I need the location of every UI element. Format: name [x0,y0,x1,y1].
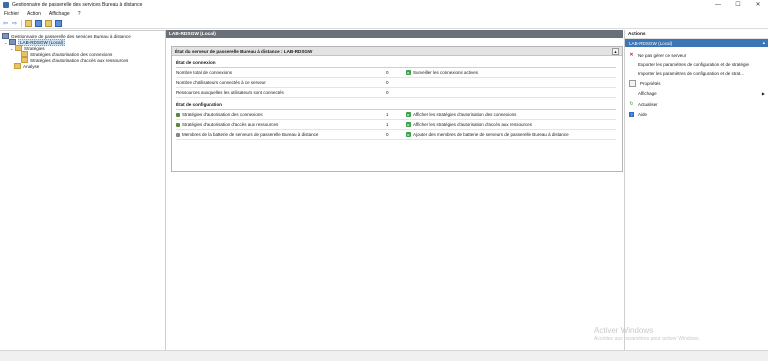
action-label: Ne pas gérer ce serveur [638,52,687,58]
action-properties[interactable]: Propriétés [625,79,768,87]
action-help[interactable]: ? Aide [625,110,768,118]
chevron-down-icon[interactable]: ⌄ [10,46,14,51]
maximize-button[interactable]: ☐ [728,0,748,10]
watermark-line1: Activer Windows [594,326,654,335]
action-stop-managing[interactable]: ✕ Ne pas gérer ce serveur [625,51,768,59]
close-button[interactable]: ✕ [748,0,768,10]
panel-header: État du serveur de passerelle Bureau à d… [172,47,622,56]
toolbar: ⇦ ⇨ [0,18,768,29]
server-status-panel: État du serveur de passerelle Bureau à d… [171,46,623,172]
row-label: Nombre total de connexions [176,70,233,75]
server-farm-icon [176,132,180,137]
menu-action[interactable]: Action [27,11,41,17]
actions-pane: Actions LAB-RDSGW (Local) ▴ ✕ Ne pas gér… [624,30,768,350]
window-title: Gestionnaire de passerelle des services … [12,2,143,8]
toolbar-separator [21,19,22,27]
title-bar: Gestionnaire de passerelle des services … [0,0,768,10]
show-hide-tree-icon[interactable] [35,19,42,27]
collapse-arrow-icon[interactable]: ▴ [763,40,765,46]
monitor-icon: ▸ [406,70,411,75]
row-value: 0 [386,90,389,95]
row-value: 1 [386,112,389,117]
table-row: Nombre total de connexions 0 ▸ Surveille… [176,68,616,78]
actions-subheader-label: LAB-RDSGW (Local) [629,40,673,46]
row-action[interactable]: ▸ Afficher les stratégies d'autorisation… [406,112,516,117]
console-tree: Gestionnaire de passerelle des services … [0,30,166,351]
results-header: LAB-RDSGW (Local) [166,30,623,38]
row-action[interactable]: ▸ Afficher les stratégies d'autorisation… [406,122,532,127]
policy-icon [176,122,180,127]
row-label: Stratégies d'autorisation des connexions [182,112,263,117]
status-bar [0,350,768,361]
connection-heading: État de connexion [176,60,216,65]
watermark-line2: Accédez aux paramètres pour activer Wind… [594,336,700,342]
folder-icon [14,63,21,69]
view-icon: ▸ [406,122,411,127]
table-row: Stratégies d'autorisation des connexions… [176,110,616,120]
help-icon: ? [629,111,634,117]
action-label: Actualiser [638,101,658,107]
tree-monitoring-label: Analyse [23,63,40,69]
help-toolbar-icon[interactable] [55,19,62,27]
row-action[interactable]: ▸ Surveiller les connexions actives [406,70,478,75]
row-action-label[interactable]: Afficher les stratégies d'autorisation d… [413,122,532,127]
table-row: Membres de la batterie de serveurs de pa… [176,130,616,140]
minimize-button[interactable]: — [708,0,728,10]
activation-watermark: Activer Windows Accédez aux paramètres p… [594,326,700,342]
view-icon: ▸ [406,112,411,117]
actions-subheader[interactable]: LAB-RDSGW (Local) ▴ [625,39,768,47]
config-heading: État de configuration [176,102,222,107]
row-value: 0 [386,70,389,75]
table-row: Ressources auxquelles les utilisateurs s… [176,88,616,98]
row-label: Ressources auxquelles les utilisateurs s… [176,90,284,95]
row-action[interactable]: ▸ Ajouter des membres de batterie de ser… [406,132,569,137]
menu-fichier[interactable]: Fichier [4,11,19,17]
action-label: Propriétés [640,80,661,86]
tree-rap-label: Stratégies d'autorisation d'accès aux re… [30,57,129,63]
action-export[interactable]: Exporter les paramètres de configuration… [625,60,768,68]
actions-title: Actions [625,30,768,39]
action-label: Exporter les paramètres de configuration… [638,61,750,67]
back-arrow-icon[interactable]: ⇦ [2,20,9,27]
action-refresh[interactable]: ↻ Actualiser [625,100,768,108]
add-icon: ▸ [406,132,411,137]
row-action-label[interactable]: Ajouter des membres de batterie de serve… [413,132,569,137]
table-row: Stratégies d'autorisation d'accès aux re… [176,120,616,130]
row-label: Membres de la batterie de serveurs de pa… [182,132,319,137]
row-value: 0 [386,132,389,137]
panel-title: État du serveur de passerelle Bureau à d… [175,48,313,54]
refresh-icon: ↻ [629,101,634,107]
up-folder-icon[interactable] [25,19,32,27]
tree-policies-label: Stratégies [24,45,45,51]
policy-icon [176,112,180,117]
export-list-icon[interactable] [45,19,52,27]
row-value: 0 [386,80,389,85]
action-view[interactable]: Affichage ▶ [625,89,768,97]
menu-bar: Fichier Action Affichage ? [0,10,768,18]
table-row: Nombre d'utilisateurs connectés à ce ser… [176,78,616,88]
tree-cap-label: Stratégies d'autorisation des connexions [30,51,113,57]
red-x-icon: ✕ [629,52,634,58]
action-label: Affichage [638,90,657,96]
menu-affichage[interactable]: Affichage [49,11,70,17]
action-label: Importer les paramètres de configuration… [638,70,745,76]
app-icon [3,2,9,8]
row-label: Nombre d'utilisateurs connectés à ce ser… [176,80,266,85]
action-label: Aide [638,111,648,117]
tree-monitoring[interactable]: Analyse [14,63,39,69]
forward-arrow-icon[interactable]: ⇨ [11,20,18,27]
properties-icon [629,79,636,87]
row-label: Stratégies d'autorisation d'accès aux re… [182,122,279,127]
row-value: 1 [386,122,389,127]
results-pane: LAB-RDSGW (Local) État du serveur de pas… [166,30,623,350]
chevron-down-icon[interactable]: ⌄ [4,40,8,45]
action-import[interactable]: Importer les paramètres de configuration… [625,69,768,77]
row-action-label[interactable]: Surveiller les connexions actives [413,70,478,75]
submenu-arrow-icon: ▶ [761,90,765,96]
menu-help[interactable]: ? [78,11,81,17]
collapse-icon[interactable]: ▴ [612,48,619,55]
row-action-label[interactable]: Afficher les stratégies d'autorisation d… [413,112,516,117]
